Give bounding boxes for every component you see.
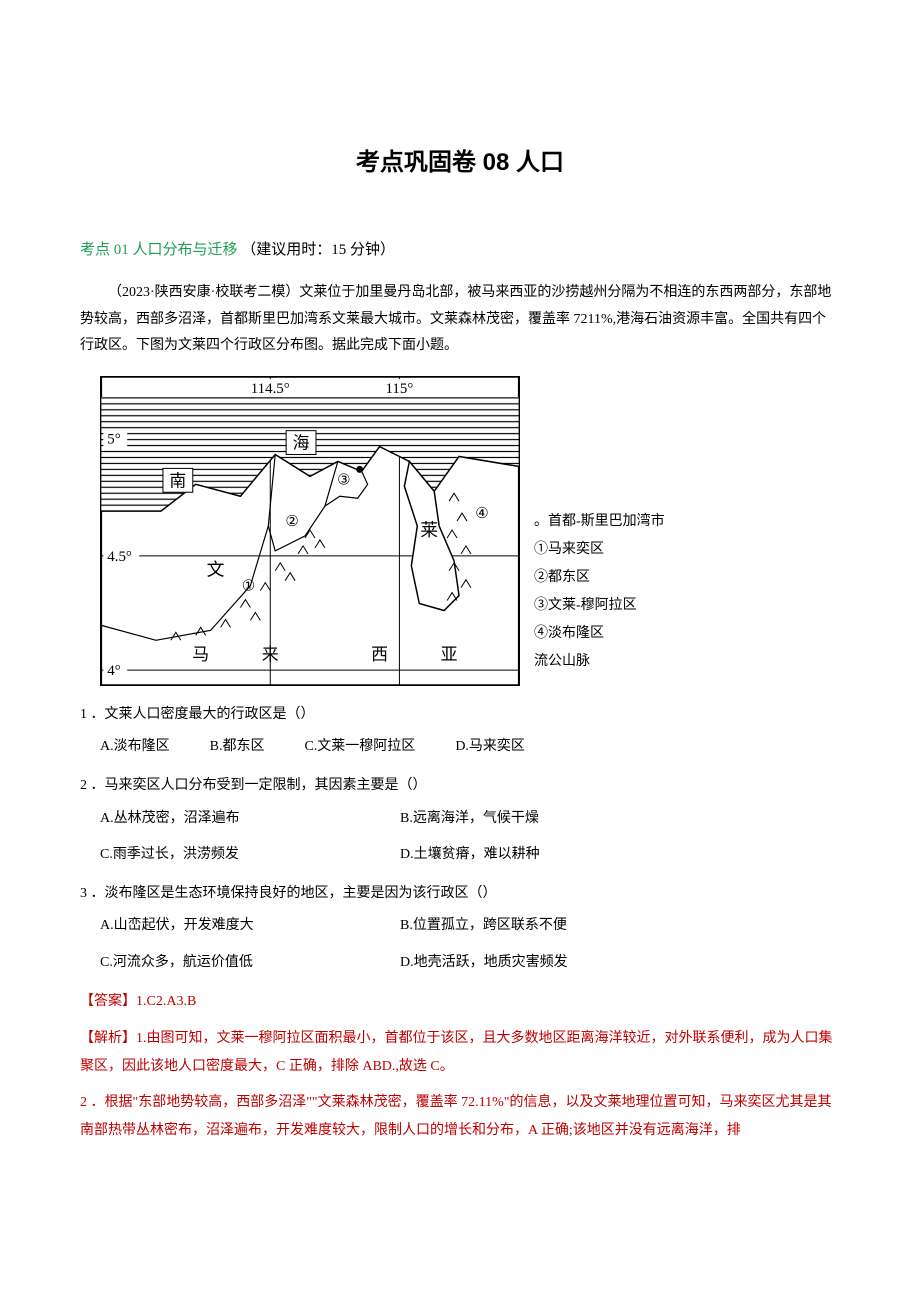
map-sea-hai: 海 [293, 433, 310, 452]
map-lon-left: 114.5° [251, 381, 290, 397]
page-title: 考点巩固卷 08 人口 [80, 140, 840, 186]
question-1-options: A.淡布隆区 B.都东区 C.文莱一穆阿拉区 D.马来奕区 [100, 734, 840, 761]
map-lat-mid: 4.5° [107, 549, 132, 565]
question-3-stem: 3 ．淡布隆区是生态环境保持良好的地区，主要是因为该行政区（） [80, 881, 840, 908]
answer-key: 【答案】1.C2.A3.B [80, 989, 840, 1016]
capital-dot-icon [356, 466, 363, 473]
map-lon-right: 115° [386, 381, 414, 397]
q3-option-a: A.山峦起伏，开发难度大 [100, 913, 400, 940]
topic-label: 考点 01 人口分布与迁移 [80, 242, 238, 258]
legend-mountains: 流公山脉 [534, 648, 665, 676]
map-region-2: ② [285, 514, 298, 530]
explanation-1: 【解析】1.由图可知，文莱一穆阿拉区面积最小，首都位于该区，且大多数地区距离海洋… [80, 1025, 840, 1081]
map-malay-ya: 亚 [441, 645, 458, 664]
q1-option-c: C.文莱一穆阿拉区 [304, 734, 415, 761]
map-lat-top: 5° [107, 431, 120, 447]
q3-option-d: D.地壳活跃，地质灾害频发 [400, 950, 840, 977]
section-heading: 考点 01 人口分布与迁移 （建议用时：15 分钟） [80, 236, 840, 265]
legend-region-4: ④淡布隆区 [534, 620, 665, 648]
map-malay-lai: 来 [262, 645, 279, 664]
map-figure: 114.5° 115° 5° 4.5° 4° 南 海 文 莱 ① ② ③ ④ 马… [100, 376, 520, 686]
legend-region-3: ③文莱-穆阿拉区 [534, 592, 665, 620]
q3-option-b: B.位置孤立，跨区联系不便 [400, 913, 840, 940]
map-region-3: ③ [337, 472, 350, 488]
map-malay-xi: 西 [371, 645, 388, 664]
map-region-1: ① [242, 578, 255, 594]
passage-text: （2023·陕西安康·校联考二模）文莱位于加里曼丹岛北部，被马来西亚的沙捞越州分… [80, 280, 840, 360]
question-2-options: A.丛林茂密，沼泽遍布 B.远离海洋，气候干燥 C.雨季过长，洪涝频发 D.土壤… [100, 806, 840, 869]
map-wen: 文 [207, 560, 225, 580]
question-3-options: A.山峦起伏，开发难度大 B.位置孤立，跨区联系不便 C.河流众多，航运价值低 … [100, 913, 840, 976]
q2-option-d: D.土壤贫瘠，难以耕种 [400, 842, 840, 869]
map-malay-ma: 马 [192, 645, 209, 664]
q2-option-a: A.丛林茂密，沼泽遍布 [100, 806, 400, 833]
q1-option-b: B.都东区 [210, 734, 265, 761]
question-1-stem: 1 ．文莱人口密度最大的行政区是（） [80, 702, 840, 729]
q1-option-a: A.淡布隆区 [100, 734, 170, 761]
explanation-2: 2 ．根据"东部地势较高，西部多沼泽""文莱森林茂密，覆盖率 72.11%"的信… [80, 1089, 840, 1145]
q3-option-c: C.河流众多，航运价值低 [100, 950, 400, 977]
q2-option-b: B.远离海洋，气候干燥 [400, 806, 840, 833]
legend-region-2: ②都东区 [534, 564, 665, 592]
map-region-4: ④ [475, 506, 488, 522]
map-legend: 。首都-斯里巴加湾市 ①马来奕区 ②都东区 ③文莱-穆阿拉区 ④淡布隆区 流公山… [534, 508, 665, 686]
q1-option-d: D.马来奕区 [455, 734, 525, 761]
map-lat-bot: 4° [107, 663, 120, 679]
legend-region-1: ①马来奕区 [534, 536, 665, 564]
time-suggestion: （建议用时：15 分钟） [241, 242, 395, 258]
figure-area: 114.5° 115° 5° 4.5° 4° 南 海 文 莱 ① ② ③ ④ 马… [100, 376, 840, 686]
map-lai: 莱 [420, 520, 438, 540]
q2-option-c: C.雨季过长，洪涝频发 [100, 842, 400, 869]
map-sea-nan: 南 [169, 471, 186, 490]
legend-capital: 。首都-斯里巴加湾市 [534, 508, 665, 536]
question-2-stem: 2 ．马来奕区人口分布受到一定限制，其因素主要是（） [80, 773, 840, 800]
